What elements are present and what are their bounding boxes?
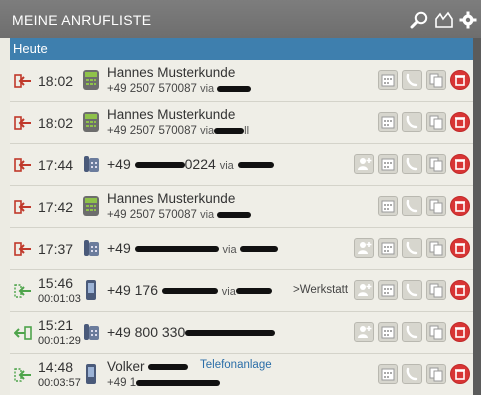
calendar-button[interactable]	[378, 196, 398, 216]
outgoing-call-icon	[14, 326, 32, 340]
call-row[interactable]: 15:21 00:01:29 +49 800 330	[10, 312, 473, 354]
delete-button[interactable]	[450, 112, 470, 132]
call-back-button[interactable]	[402, 238, 422, 258]
call-back-button[interactable]	[402, 196, 422, 216]
incoming-call-icon	[14, 158, 32, 172]
desk-phone-icon	[81, 237, 101, 259]
caller-name[interactable]: Hannes Musterkunde	[107, 191, 235, 206]
copy-button[interactable]	[426, 364, 446, 384]
caller-number[interactable]: +49 via	[107, 240, 279, 256]
call-time: 17:37	[38, 241, 74, 257]
copy-button[interactable]	[426, 154, 446, 174]
call-row[interactable]: 15:46 00:01:03 +49 176 via >Werkstatt	[10, 270, 473, 312]
calendar-button[interactable]	[378, 280, 398, 300]
incoming-call-icon	[14, 74, 32, 88]
incoming-call-icon	[14, 242, 32, 256]
call-time: 17:44	[38, 157, 74, 173]
add-contact-button[interactable]	[354, 280, 374, 300]
copy-button[interactable]	[426, 70, 446, 90]
section-header-today: Heute	[10, 38, 473, 60]
scrollbar[interactable]	[473, 38, 481, 395]
call-row[interactable]: 14:48 00:03:57 Volker Telefonanlage +49 …	[10, 354, 473, 395]
desk-phone-icon	[81, 321, 101, 343]
call-row[interactable]: 18:02 Hannes Musterkunde +49 2507 570087…	[10, 60, 473, 102]
copy-button[interactable]	[426, 196, 446, 216]
call-time: 14:48	[38, 359, 74, 375]
call-row[interactable]: 17:42 Hannes Musterkunde +49 2507 570087…	[10, 186, 473, 228]
forward-target: >Werkstatt	[293, 284, 349, 296]
caller-name[interactable]: Hannes Musterkunde	[107, 65, 235, 80]
calendar-button[interactable]	[378, 364, 398, 384]
inbox-icon[interactable]	[434, 11, 454, 29]
call-back-button[interactable]	[402, 364, 422, 384]
forwarded-call-icon	[14, 368, 32, 382]
call-duration: 00:01:03	[38, 293, 81, 305]
call-list-window: MEINE ANRUFLISTE Heute 18:02 Hannes Must…	[0, 0, 481, 395]
add-contact-button[interactable]	[354, 322, 374, 342]
add-contact-button[interactable]	[354, 154, 374, 174]
copy-button[interactable]	[426, 238, 446, 258]
call-time: 15:21	[38, 317, 74, 333]
call-time: 18:02	[38, 73, 74, 89]
source-tag: Telefonanlage	[200, 359, 272, 371]
call-back-button[interactable]	[402, 70, 422, 90]
caller-number: +49 2507 570087 via	[107, 209, 252, 221]
incoming-call-icon	[14, 200, 32, 214]
call-time: 15:46	[38, 275, 74, 291]
copy-button[interactable]	[426, 112, 446, 132]
delete-button[interactable]	[450, 280, 470, 300]
caller-number[interactable]: +49 176 via	[107, 282, 272, 298]
softphone-icon	[81, 69, 101, 91]
caller-number: +49 1	[107, 377, 221, 389]
caller-number[interactable]: +49 0224 via	[107, 156, 274, 172]
delete-button[interactable]	[450, 238, 470, 258]
calendar-button[interactable]	[378, 112, 398, 132]
call-row[interactable]: 17:44 +49 0224 via	[10, 144, 473, 186]
call-row[interactable]: 18:02 Hannes Musterkunde +49 2507 570087…	[10, 102, 473, 144]
call-back-button[interactable]	[402, 112, 422, 132]
desk-phone-icon	[81, 153, 101, 175]
call-time: 18:02	[38, 115, 74, 131]
forwarded-call-icon	[14, 284, 32, 298]
call-back-button[interactable]	[402, 280, 422, 300]
mobile-phone-icon	[81, 363, 101, 385]
calendar-button[interactable]	[378, 70, 398, 90]
call-duration: 00:01:29	[38, 335, 81, 347]
call-duration: 00:03:57	[38, 377, 81, 389]
calendar-button[interactable]	[378, 322, 398, 342]
call-row[interactable]: 17:37 +49 via	[10, 228, 473, 270]
delete-button[interactable]	[450, 154, 470, 174]
call-time: 17:42	[38, 199, 74, 215]
delete-button[interactable]	[450, 322, 470, 342]
caller-name[interactable]: Hannes Musterkunde	[107, 107, 235, 122]
call-back-button[interactable]	[402, 322, 422, 342]
softphone-icon	[81, 195, 101, 217]
header-bar: MEINE ANRUFLISTE	[0, 0, 481, 38]
calendar-button[interactable]	[378, 154, 398, 174]
copy-button[interactable]	[426, 280, 446, 300]
calendar-button[interactable]	[378, 238, 398, 258]
call-back-button[interactable]	[402, 154, 422, 174]
incoming-call-icon	[14, 116, 32, 130]
header-title: MEINE ANRUFLISTE	[12, 12, 152, 28]
caller-name[interactable]: Volker	[107, 359, 189, 374]
delete-button[interactable]	[450, 70, 470, 90]
caller-number: +49 2507 570087 via	[107, 83, 252, 95]
search-icon[interactable]	[410, 11, 430, 29]
softphone-icon	[81, 111, 101, 133]
caller-number[interactable]: +49 800 330	[107, 324, 276, 340]
gear-icon[interactable]	[458, 11, 478, 29]
call-list: 18:02 Hannes Musterkunde +49 2507 570087…	[10, 60, 473, 395]
mobile-phone-icon	[81, 279, 101, 301]
delete-button[interactable]	[450, 196, 470, 216]
add-contact-button[interactable]	[354, 238, 374, 258]
delete-button[interactable]	[450, 364, 470, 384]
copy-button[interactable]	[426, 322, 446, 342]
caller-number: +49 2507 570087 via ll	[107, 125, 250, 137]
